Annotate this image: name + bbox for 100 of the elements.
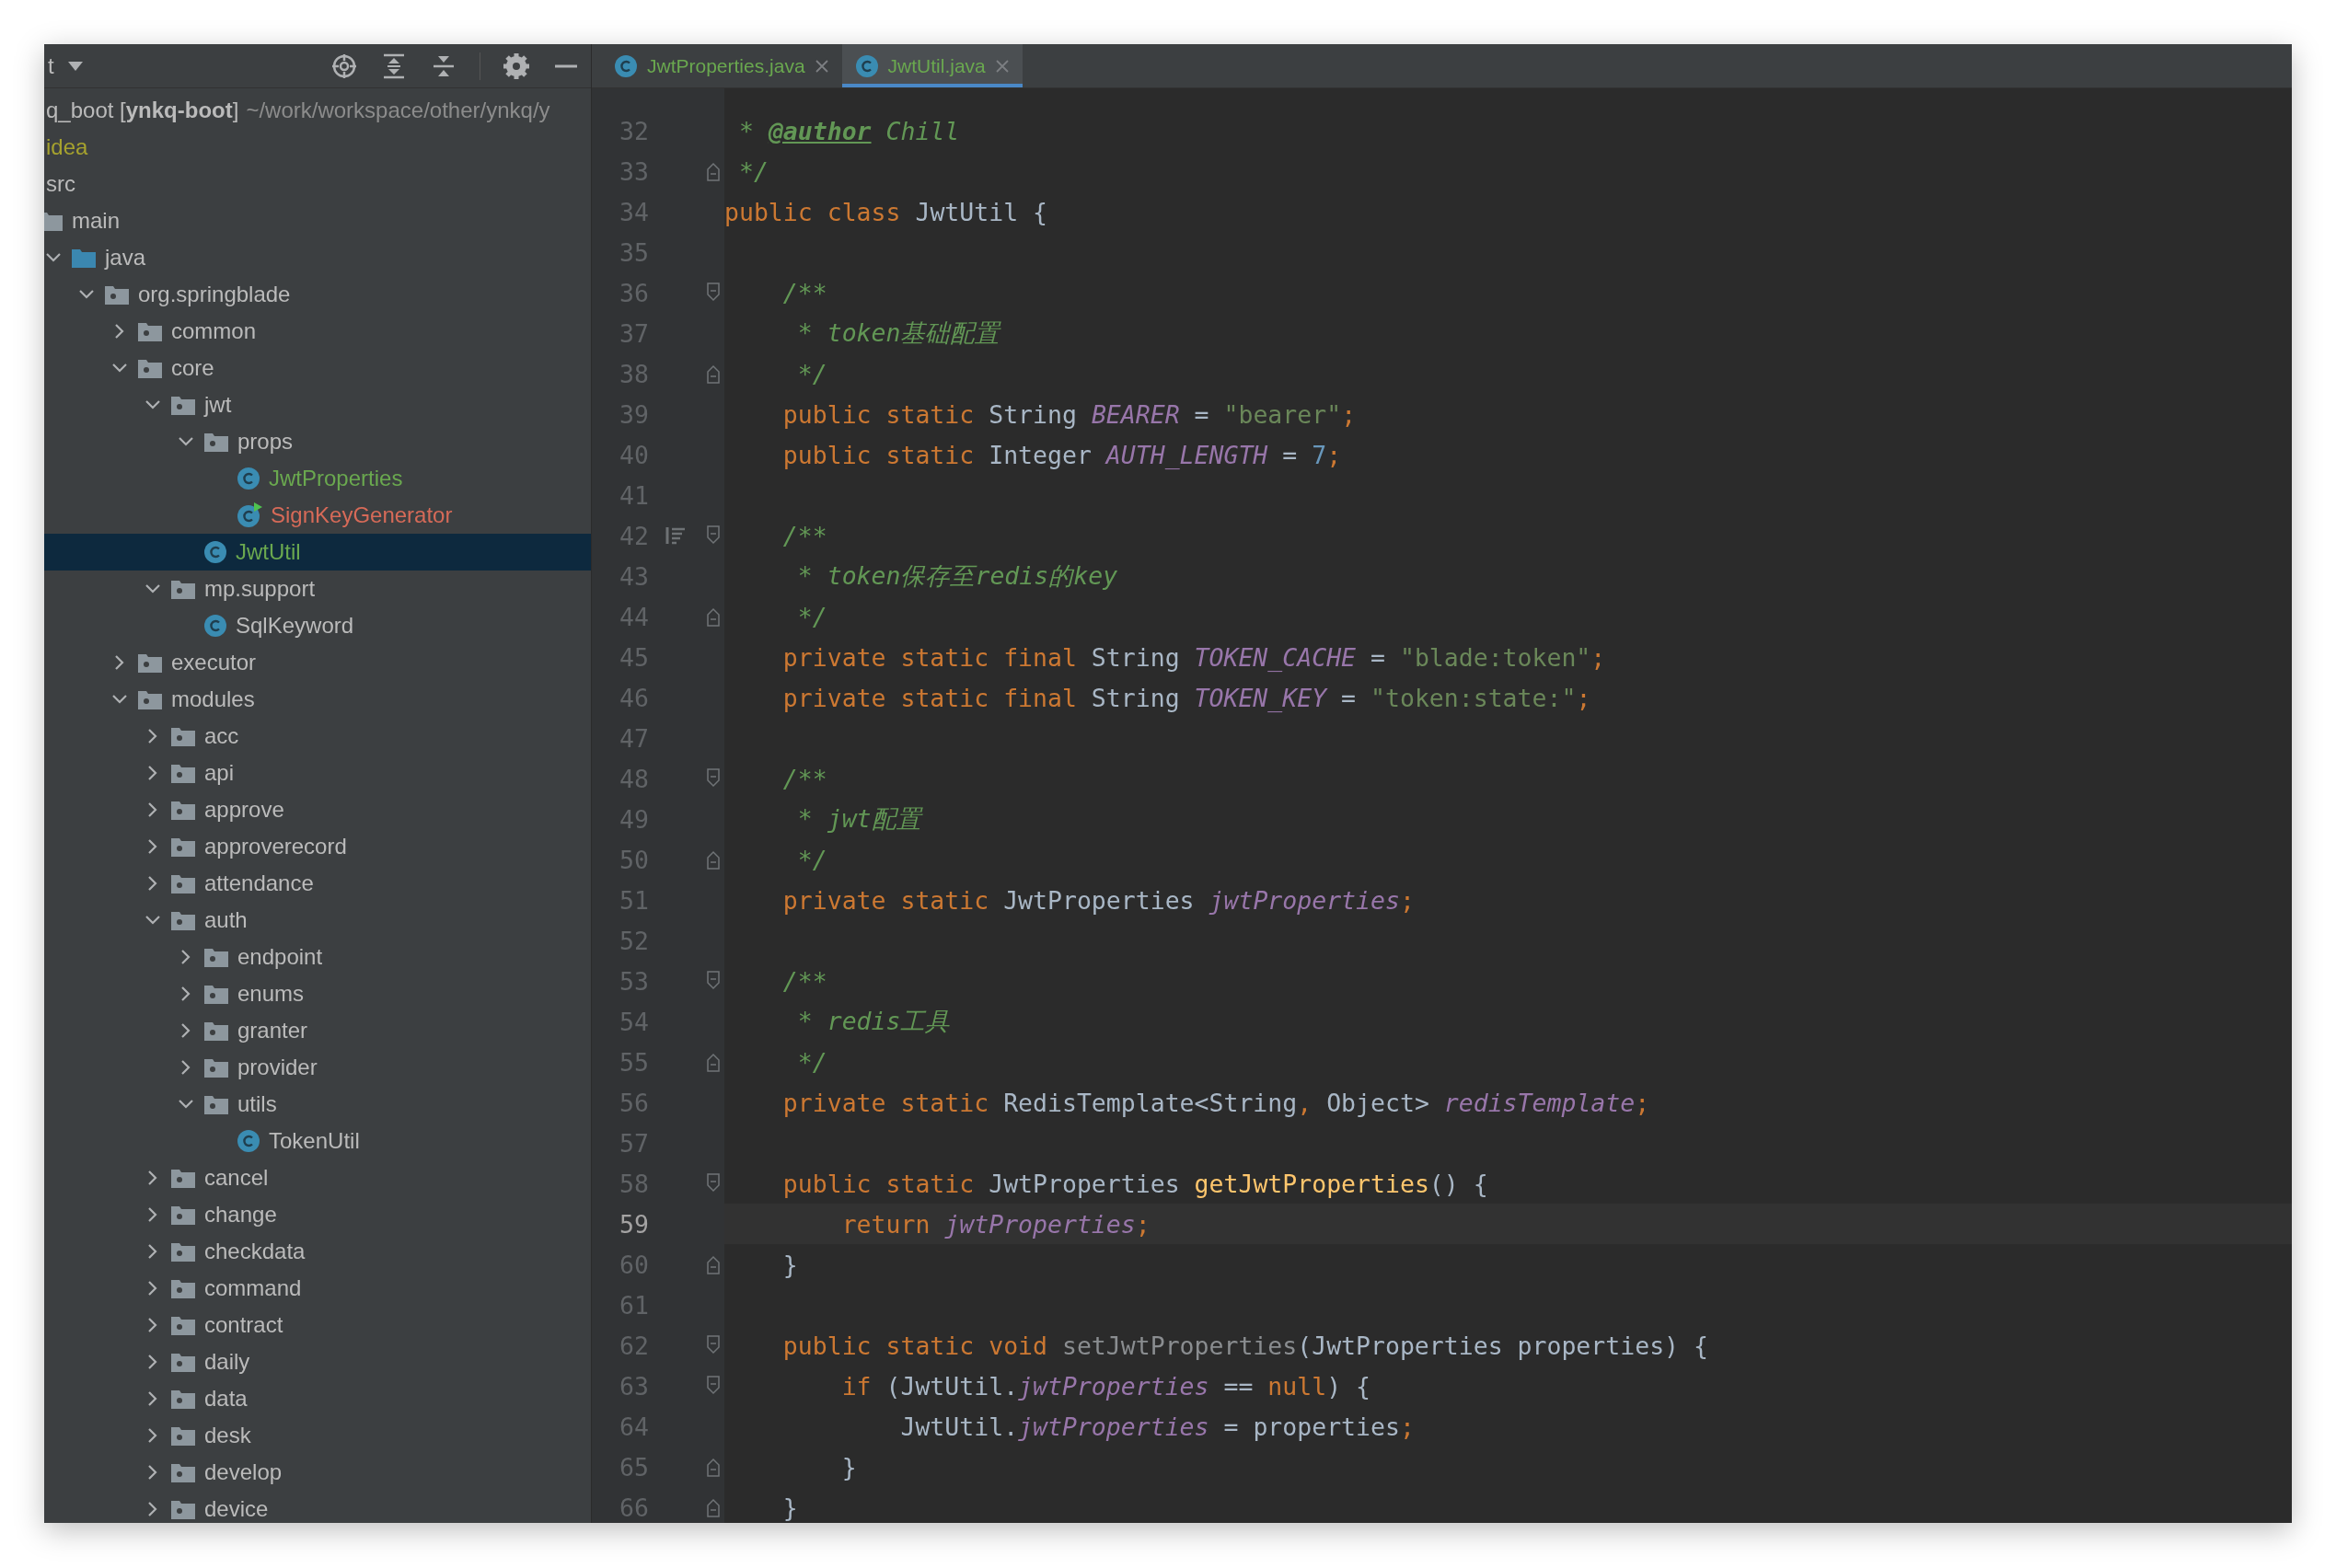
locate-icon[interactable] [330,52,358,80]
code-line: */ [796,358,828,390]
code-line: } [840,1451,858,1483]
tree-item[interactable]: props [44,423,591,460]
code-line: public static String BEARER = "bearer"; [781,398,1358,431]
package-folder-icon [137,357,163,379]
package-folder-icon [137,320,163,342]
tree-item[interactable]: acc [44,718,591,755]
fold-icon[interactable] [705,282,722,304]
package-folder-icon [170,725,196,747]
source-folder-icon [71,247,97,269]
fold-icon[interactable] [705,1051,722,1073]
fold-icon[interactable] [705,1456,722,1478]
tree-item[interactable]: SqlKeyword [44,607,591,644]
tree-item[interactable]: JwtUtil [44,534,591,571]
fold-icon[interactable] [705,605,722,628]
code-line: * token基础配置 [796,317,1002,349]
fold-icon[interactable] [705,970,722,992]
tree-item[interactable]: desk [44,1417,591,1454]
package-folder-icon [137,651,163,674]
editor-tab[interactable]: JwtProperties.java [601,44,842,87]
runnable-class-icon [237,502,262,528]
package-folder-icon [203,1093,229,1115]
tree-item[interactable]: attendance [44,865,591,902]
folder-icon [44,210,64,232]
caret-icon[interactable] [66,60,84,72]
line-number: 59 [619,1208,649,1240]
tree-item[interactable]: org.springblade [44,276,591,313]
fold-icon[interactable] [705,160,722,182]
package-folder-icon [170,836,196,858]
close-icon[interactable] [814,58,829,74]
tree-item[interactable]: TokenUtil [44,1123,591,1159]
settings-icon[interactable] [503,52,530,80]
tree-item[interactable]: main [44,202,591,239]
tree-item[interactable]: approve [44,791,591,828]
editor-tab[interactable]: JwtUtil.java [841,44,1023,87]
package-folder-icon [203,946,229,968]
package-folder-icon [170,394,196,416]
code-line: private static JwtProperties jwtProperties; [781,884,1416,917]
tree-item[interactable]: executor [44,644,591,681]
package-folder-icon [170,1167,196,1189]
tree-item[interactable]: common [44,313,591,350]
package-folder-icon [137,688,163,710]
tree-item[interactable]: granter [44,1012,591,1049]
package-folder-icon [170,1424,196,1447]
tree-item[interactable]: provider [44,1049,591,1086]
tree-item[interactable]: change [44,1196,591,1233]
lines-icon[interactable] [665,525,686,546]
fold-icon[interactable] [705,525,722,547]
tree-item[interactable]: JwtProperties [44,460,591,497]
tree-item[interactable]: develop [44,1454,591,1491]
class-icon [237,1129,260,1153]
tree-item[interactable]: java [44,239,591,276]
tree-item[interactable]: device [44,1491,591,1523]
fold-icon[interactable] [705,1334,722,1356]
tree-item[interactable]: checkdata [44,1233,591,1270]
tree-item[interactable]: approverecord [44,828,591,865]
code-line: /** [781,763,828,795]
fold-icon[interactable] [705,1375,722,1397]
tree-item[interactable]: modules [44,681,591,718]
package-folder-icon [170,578,196,600]
tree-item[interactable]: daily [44,1343,591,1380]
panel-title: t [48,52,54,79]
tree-item[interactable]: src [44,166,591,202]
fold-icon[interactable] [705,1496,722,1518]
fold-icon[interactable] [705,363,722,385]
tree-item[interactable]: command [44,1270,591,1307]
package-folder-icon [203,983,229,1005]
fold-icon[interactable] [705,767,722,790]
tree-item[interactable]: api [44,755,591,791]
tree-item[interactable]: mp.support [44,571,591,607]
package-folder-icon [170,1461,196,1483]
tree-item[interactable]: utils [44,1086,591,1123]
tree-item[interactable]: SignKeyGenerator [44,497,591,534]
class-icon [854,53,879,78]
fold-icon[interactable] [705,1172,722,1194]
fold-icon[interactable] [705,848,722,870]
tree-item[interactable]: endpoint [44,939,591,975]
package-folder-icon [170,1498,196,1520]
code-line: /** [781,965,828,997]
code-line: */ [796,601,828,633]
tree-item[interactable]: core [44,350,591,386]
tree-item[interactable]: jwt [44,386,591,423]
fold-icon[interactable] [705,1253,722,1275]
tree-item[interactable]: contract [44,1307,591,1343]
tree-item[interactable]: idea [44,129,591,166]
package-folder-icon [170,1314,196,1336]
package-folder-icon [170,1204,196,1226]
package-folder-icon [170,1277,196,1299]
tree-item[interactable]: data [44,1380,591,1417]
tree-item[interactable]: q_boot [ynkq-boot] ~/work/workspace/other/ynkq/y [44,92,591,129]
tree-item[interactable]: auth [44,902,591,939]
tree-item[interactable]: enums [44,975,591,1012]
code-line: * @author Chill [737,115,961,147]
code-line: private static RedisTemplate<String, Object> redisTemplate; [781,1087,1651,1119]
package-folder-icon [170,799,196,821]
code-line: } [781,1492,799,1523]
code-line: */ [796,1046,828,1078]
tree-item[interactable]: cancel [44,1159,591,1196]
code-line: * jwt配置 [796,803,924,835]
